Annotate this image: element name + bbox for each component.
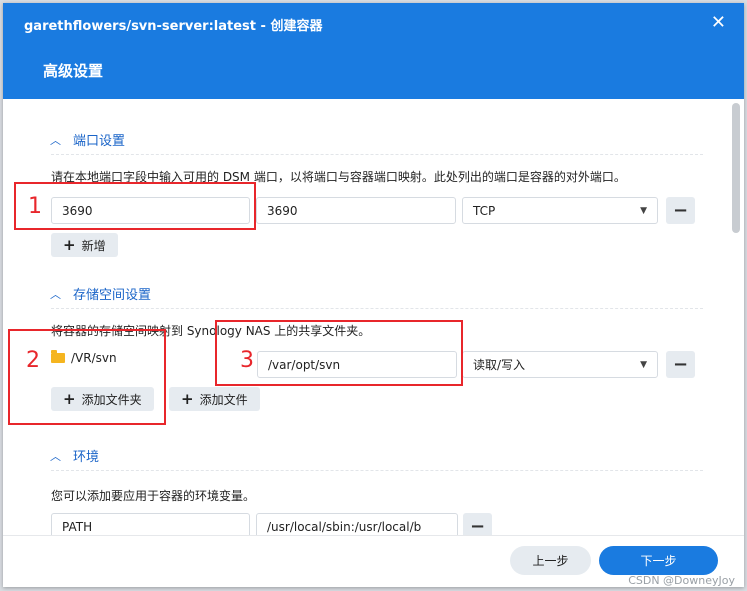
close-icon[interactable]: ✕	[711, 12, 726, 33]
chevron-up-icon: ︿	[50, 287, 61, 301]
create-container-dialog: garethflowers/svn-server:latest - 创建容器 ✕…	[3, 3, 744, 587]
add-port-label: 新增	[81, 238, 106, 253]
env-name-input[interactable]: PATH	[51, 513, 250, 535]
env-section-header[interactable]: ︿ 环境	[50, 446, 100, 466]
plus-icon: +	[181, 390, 194, 408]
annotation-box-1	[14, 182, 256, 230]
container-port-input[interactable]: 3690	[256, 197, 456, 224]
ports-section-title: 端口设置	[73, 134, 126, 149]
minus-icon: −	[672, 200, 689, 221]
watermark: CSDN @DowneyJoy	[628, 574, 735, 587]
chevron-up-icon: ︿	[50, 133, 61, 147]
permission-select[interactable]: 读取/写入 ▼	[462, 351, 658, 378]
env-section-title: 环境	[73, 450, 100, 465]
plus-icon: +	[63, 236, 76, 254]
ports-section-header[interactable]: ︿ 端口设置	[50, 130, 126, 150]
annotation-number-1: 1	[28, 194, 42, 219]
container-port-value: 3690	[267, 203, 298, 218]
divider	[51, 154, 703, 155]
protocol-select[interactable]: TCP ▼	[462, 197, 658, 224]
minus-icon: −	[672, 354, 689, 375]
annotation-box-2	[8, 329, 166, 425]
add-file-button[interactable]: + 添加文件	[169, 387, 260, 411]
chevron-up-icon: ︿	[50, 449, 61, 463]
remove-env-button[interactable]: −	[463, 513, 492, 535]
annotation-number-3: 3	[240, 348, 254, 373]
caret-down-icon: ▼	[640, 359, 647, 370]
remove-port-button[interactable]: −	[666, 197, 695, 224]
storage-section-header[interactable]: ︿ 存储空间设置	[50, 284, 152, 304]
protocol-value: TCP	[473, 203, 496, 218]
storage-section-title: 存储空间设置	[73, 288, 152, 303]
divider	[51, 308, 703, 309]
env-value-input[interactable]: /usr/local/sbin:/usr/local/b	[256, 513, 458, 535]
caret-down-icon: ▼	[640, 205, 647, 216]
dialog-header: garethflowers/svn-server:latest - 创建容器 ✕…	[3, 3, 744, 99]
permission-value: 读取/写入	[473, 358, 526, 372]
page-title: 高级设置	[43, 62, 104, 80]
minus-icon: −	[469, 516, 486, 535]
settings-content: ︿ 端口设置 请在本地端口字段中输入可用的 DSM 端口，以将端口与容器端口映射…	[3, 99, 728, 535]
env-value-value: /usr/local/sbin:/usr/local/b	[267, 519, 422, 534]
scrollbar[interactable]	[732, 103, 740, 233]
divider	[51, 470, 703, 471]
add-file-label: 添加文件	[199, 392, 248, 407]
remove-volume-button[interactable]: −	[666, 351, 695, 378]
add-port-button[interactable]: + 新增	[51, 233, 118, 257]
next-button[interactable]: 下一步	[599, 546, 718, 575]
window-title: garethflowers/svn-server:latest - 创建容器	[24, 19, 323, 34]
annotation-number-2: 2	[26, 348, 40, 373]
env-name-value: PATH	[62, 519, 93, 534]
previous-button[interactable]: 上一步	[510, 546, 591, 575]
env-description: 您可以添加要应用于容器的环境变量。	[51, 489, 256, 503]
